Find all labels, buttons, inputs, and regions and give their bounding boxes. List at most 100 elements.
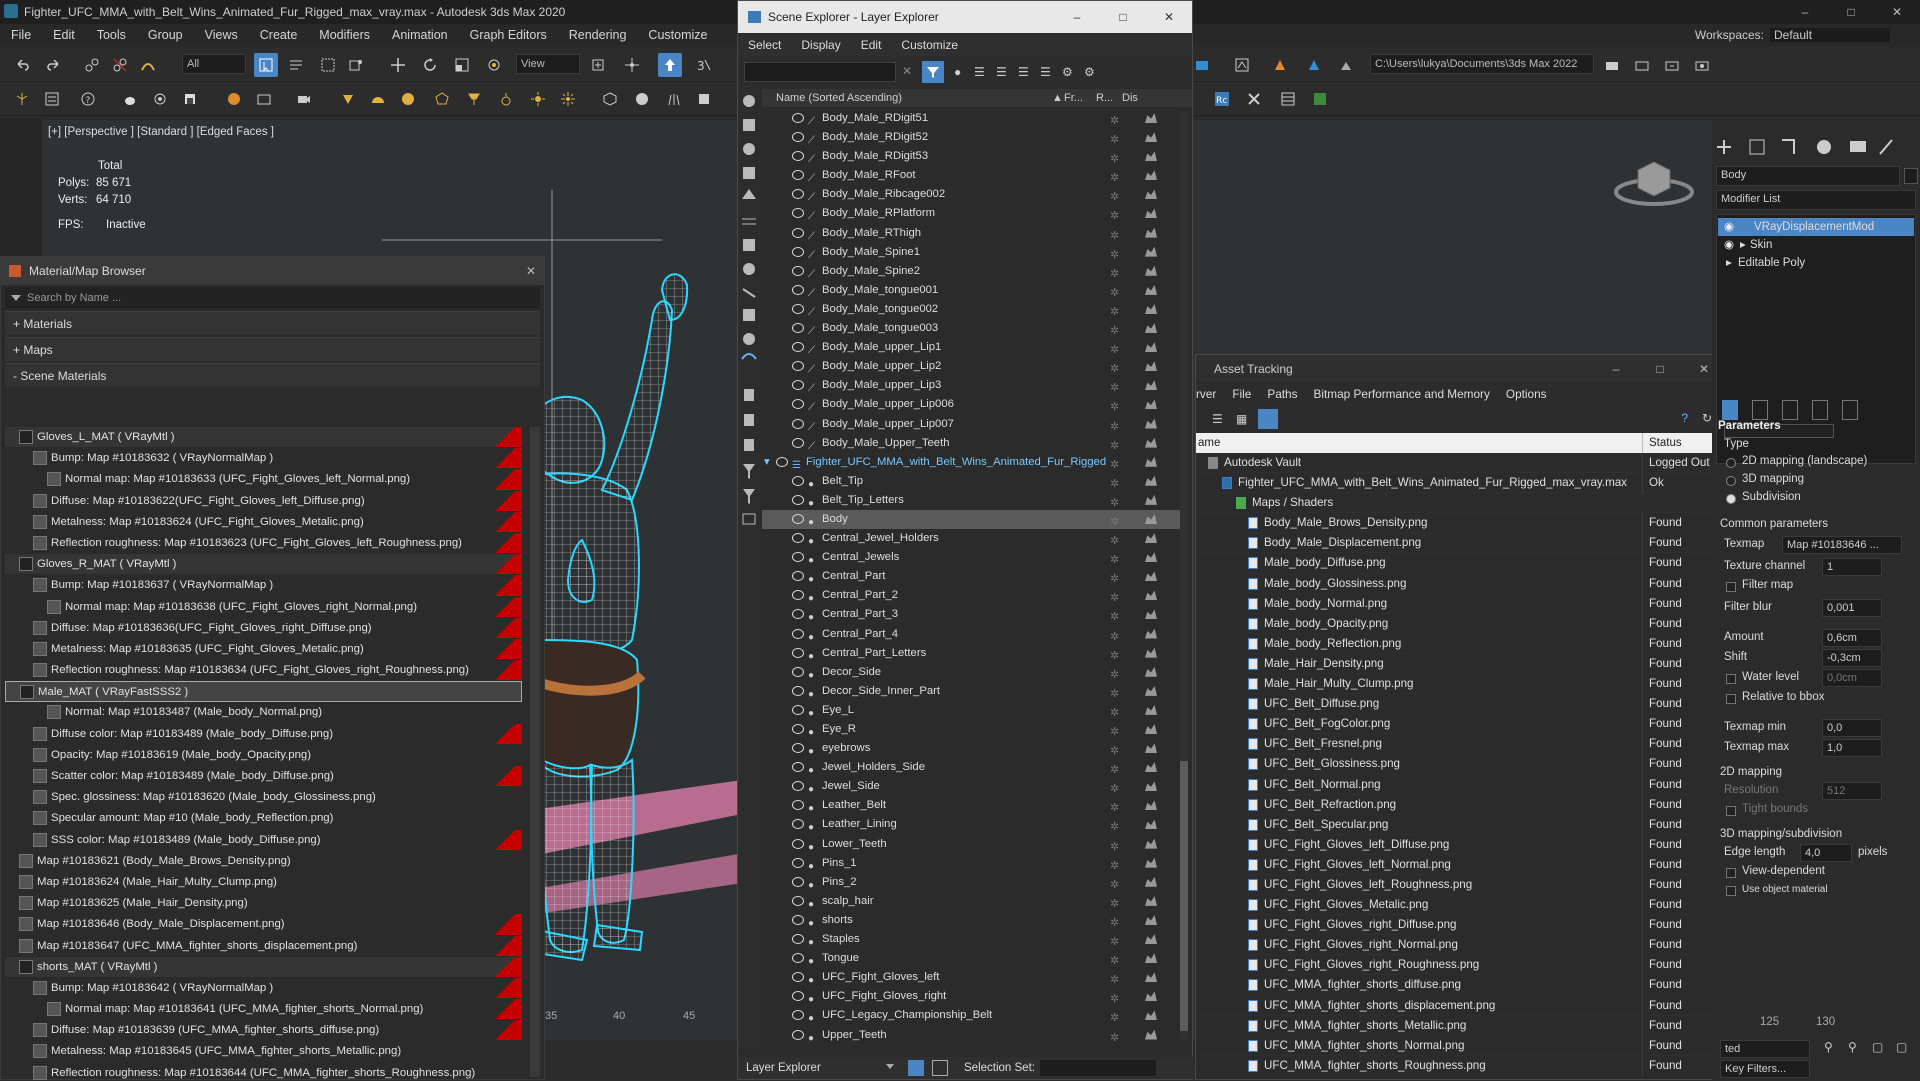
window-crossing-icon[interactable]: [344, 53, 368, 77]
eye-icon[interactable]: [792, 227, 804, 238]
scene-object-row[interactable]: ● scalp_hair ✲: [762, 892, 1180, 911]
freeze-icon[interactable]: ✲: [1110, 1029, 1119, 1048]
asset-row[interactable]: UFC_Fight_Gloves_right_Diffuse.png Found: [1196, 915, 1726, 936]
plane-icon[interactable]: [692, 87, 716, 111]
tight-bounds-checkbox[interactable]: [1726, 806, 1736, 816]
map-item[interactable]: Spec. glossiness: Map #10183620 (Male_bo…: [5, 787, 522, 809]
help-icon[interactable]: ?: [76, 87, 100, 111]
scene-object-row[interactable]: ● Eye_L ✲: [762, 701, 1180, 720]
map-item[interactable]: Bump: Map #10183637 ( VRayNormalMap ): [5, 575, 522, 597]
asset-row[interactable]: Body_Male_Brows_Density.png Found: [1196, 513, 1726, 534]
object-color-swatch[interactable]: [1904, 168, 1918, 184]
curve-editor-icon[interactable]: [148, 87, 172, 111]
asset-row[interactable]: Male_body_Normal.png Found: [1196, 593, 1726, 614]
renderable-icon[interactable]: [1145, 437, 1157, 448]
menu-paths[interactable]: Paths: [1259, 387, 1305, 401]
renderable-icon[interactable]: [1145, 552, 1157, 563]
workspace-value[interactable]: Default: [1770, 28, 1890, 42]
project-folder-icon[interactable]: [1600, 53, 1624, 77]
proxy-icon[interactable]: [598, 87, 622, 111]
column-freeze[interactable]: Fr...: [1064, 89, 1083, 107]
column-display[interactable]: Dis: [1122, 89, 1138, 107]
scene-object-row[interactable]: ● UFC_Fight_Gloves_left ✲: [762, 968, 1180, 987]
renderable-icon[interactable]: [1145, 456, 1157, 467]
eye-icon[interactable]: [792, 647, 804, 658]
renderable-icon[interactable]: [1145, 533, 1157, 544]
table-icon[interactable]: [1276, 87, 1300, 111]
scene-object-row[interactable]: ⟋ Body_Male_Spine2 ✲: [762, 262, 1180, 281]
scene-object-row[interactable]: ● Belt_Tip ✲: [762, 472, 1180, 491]
menu-customize[interactable]: Customize: [637, 28, 718, 42]
redo-icon[interactable]: [42, 53, 66, 77]
radio-3d-mapping[interactable]: [1726, 476, 1736, 486]
project-settings-icon[interactable]: [1690, 53, 1714, 77]
menu-rendering[interactable]: Rendering: [558, 28, 638, 42]
renderable-icon[interactable]: [1145, 494, 1157, 505]
renderable-icon[interactable]: [1145, 265, 1157, 276]
menu-animation[interactable]: Animation: [381, 28, 459, 42]
renderable-icon[interactable]: [1145, 724, 1157, 734]
map-item[interactable]: Scatter color: Map #10183489 (Male_body_…: [5, 766, 522, 788]
filter-blur-spinner[interactable]: 0,001: [1822, 599, 1882, 617]
map-item[interactable]: Reflection roughness: Map #10183644 (UFC…: [5, 1063, 522, 1081]
tools-icon[interactable]: [1242, 87, 1266, 111]
map-item[interactable]: Diffuse: Map #10183636(UFC_Fight_Gloves_…: [5, 617, 522, 639]
layer-settings-icon[interactable]: ⚙: [1062, 65, 1073, 79]
map-item[interactable]: Bump: Map #10183632 ( VRayNormalMap ): [5, 448, 522, 470]
layer-manager-icon[interactable]: [40, 87, 64, 111]
material-item[interactable]: Gloves_R_MAT ( VRayMtl ): [5, 554, 522, 576]
scale-icon[interactable]: [450, 53, 474, 77]
map-item[interactable]: Metalness: Map #10183645 (UFC_MMA_fighte…: [5, 1041, 522, 1063]
renderable-icon[interactable]: [1145, 743, 1157, 754]
scene-object-row[interactable]: ● Decor_Side ✲: [762, 663, 1180, 682]
eye-icon[interactable]: [792, 342, 804, 353]
filter-icon[interactable]: [922, 61, 944, 83]
eye-icon[interactable]: [792, 666, 804, 677]
material-editor-icon[interactable]: [222, 87, 246, 111]
asset-row[interactable]: UFC_Belt_Refraction.png Found: [1196, 794, 1726, 815]
timeline-ruler[interactable]: 35 40 45: [545, 1010, 735, 1030]
eye-icon[interactable]: [792, 494, 804, 505]
scene-object-row[interactable]: ⟋ Body_Male_upper_Lip2 ✲: [762, 357, 1180, 376]
command-panel-tabs[interactable]: [1712, 132, 1920, 162]
menu-select[interactable]: Select: [738, 38, 791, 52]
refresh-icon[interactable]: ↻: [1702, 411, 1712, 425]
renderable-icon[interactable]: [1145, 685, 1157, 696]
reference-coord-dropdown[interactable]: View: [516, 54, 580, 74]
map-item[interactable]: Metalness: Map #10183635 (UFC_Fight_Glov…: [5, 638, 522, 661]
water-level-label[interactable]: Water level: [1742, 671, 1799, 683]
renderable-icon[interactable]: [1145, 876, 1157, 887]
scene-object-row[interactable]: ⟋ Body_Male_upper_Lip3 ✲: [762, 376, 1180, 395]
eye-icon[interactable]: [792, 934, 804, 945]
eye-icon[interactable]: [792, 838, 804, 849]
radio-subdivision[interactable]: [1726, 494, 1736, 504]
material-browser-titlebar[interactable]: Material/Map Browser ✕: [1, 257, 544, 285]
camera-icon[interactable]: [292, 87, 316, 111]
layer-add-icon[interactable]: ☰: [974, 65, 985, 79]
scene-explorer-titlebar[interactable]: Scene Explorer - Layer Explorer – □ ✕: [738, 1, 1192, 33]
renderable-icon[interactable]: [1145, 323, 1157, 334]
collapse-icon[interactable]: ▾: [764, 453, 770, 472]
menu-tools[interactable]: Tools: [86, 28, 137, 42]
texmap-min-spinner[interactable]: 0,0: [1822, 719, 1882, 737]
renderable-icon[interactable]: [1145, 1010, 1157, 1021]
sun-icon[interactable]: [526, 87, 550, 111]
water-level-checkbox[interactable]: [1726, 674, 1736, 684]
renderable-icon[interactable]: [1145, 838, 1157, 849]
asset-row[interactable]: Male_Hair_Density.png Found: [1196, 653, 1726, 675]
renderable-icon[interactable]: [1145, 514, 1157, 524]
scene-object-row[interactable]: ⟋ Body_Male_RPlatform ✲: [762, 204, 1180, 223]
vray-frame-icon[interactable]: [1308, 87, 1332, 111]
render-setup-icon[interactable]: [1190, 53, 1214, 77]
renderable-icon[interactable]: [1145, 246, 1157, 257]
rotate-icon[interactable]: [418, 53, 442, 77]
parameters-title[interactable]: Parameters: [1718, 420, 1781, 432]
scene-object-row[interactable]: ⟋ Body_Male_Spine1 ✲: [762, 243, 1180, 262]
menu-file[interactable]: File: [1224, 387, 1259, 401]
key-filters-button[interactable]: Key Filters...: [1720, 1060, 1810, 1078]
renderable-icon[interactable]: [1145, 666, 1157, 677]
renderable-icon[interactable]: [1145, 647, 1157, 658]
zoom-extents-icon[interactable]: ▢: [1872, 1040, 1883, 1054]
selection-dropdown[interactable]: ted: [1720, 1040, 1810, 1058]
scene-object-row[interactable]: ● Central_Jewel_Holders ✲: [762, 529, 1180, 548]
